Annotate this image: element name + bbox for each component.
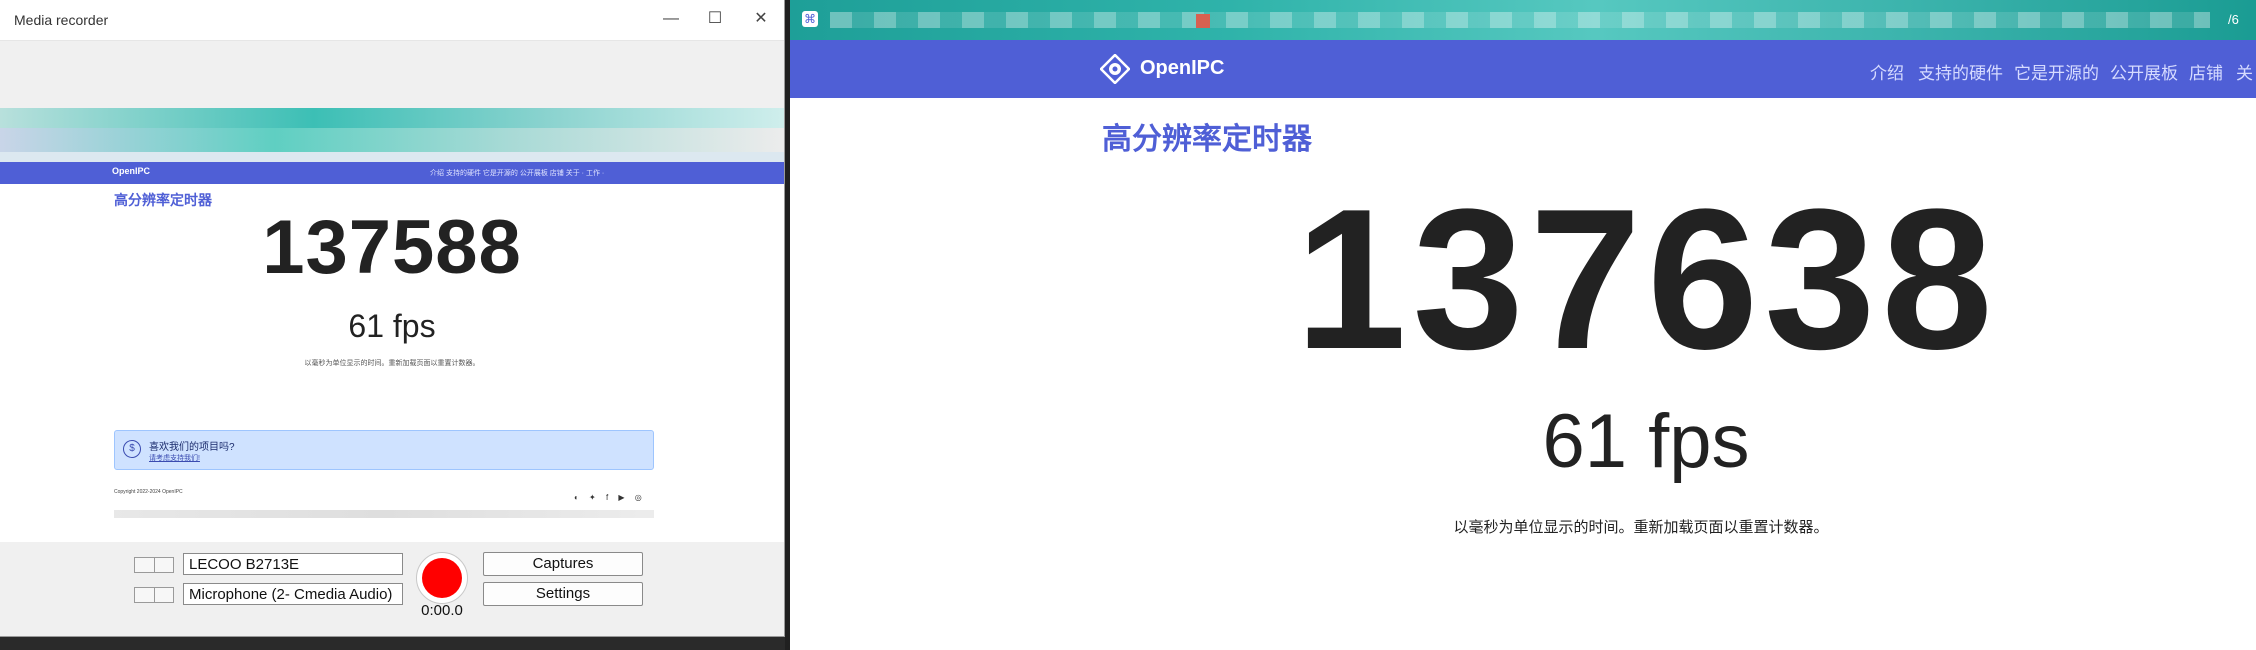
record-icon (422, 558, 462, 598)
close-button[interactable]: ✕ (746, 8, 776, 30)
nav-item-board[interactable]: 公开展板 (2110, 59, 2178, 84)
blurred-tabs (830, 12, 2210, 28)
recorder-title: Media recorder (14, 12, 109, 28)
openipc-logo-icon[interactable] (1100, 54, 1130, 84)
tab-counter: /6 (2228, 12, 2239, 27)
preview-counter: 137588 (262, 205, 522, 290)
capture-preview: OpenIPC 介绍 支持的硬件 它是开源的 公开展板 店铺 关于 · 工作 ·… (0, 108, 784, 542)
page-title: 高分辨率定时器 (1102, 123, 1312, 156)
nav-item-about[interactable]: 关 (2236, 59, 2253, 84)
preview-support-alert: $ 喜欢我们的项目吗? 请考虑支持我们! (114, 430, 654, 470)
maximize-button[interactable]: ☐ (700, 8, 730, 30)
minimize-button[interactable]: — (656, 8, 686, 30)
preview-menu: 介绍 支持的硬件 它是开源的 公开展板 店铺 关于 · 工作 · (430, 170, 605, 177)
preview-copyright: Copyright 2022-2024 OpenIPC (114, 489, 183, 495)
audio-source-select[interactable]: Microphone (2- Cmedia Audio) (183, 583, 403, 605)
blurred-tab-marker (1196, 14, 1210, 28)
timer-counter: 137638 (1295, 168, 1999, 391)
nav-item-open-source[interactable]: 它是开源的 (2014, 59, 2099, 84)
timer-description: 以毫秒为单位显示的时间。重新加载页面以重置计数器。 (1453, 519, 1829, 536)
browser-window: ⌘ /6 OpenIPC 介绍 支持的硬件 它是开源的 公开展板 店铺 关 高分… (790, 0, 2256, 650)
captures-button[interactable]: Captures (483, 552, 643, 576)
nav-item-store[interactable]: 店铺 (2189, 59, 2223, 84)
preview-blurred-bookmarks (0, 152, 784, 162)
preview-blurred-tabbar (0, 108, 784, 128)
preview-alert-title: 喜欢我们的项目吗? (149, 442, 235, 453)
nav-item-hardware[interactable]: 支持的硬件 (1918, 59, 2003, 84)
preview-fps: 61 fps (348, 308, 436, 344)
record-button[interactable] (416, 552, 468, 604)
site-logo[interactable]: OpenIPC (1140, 57, 1224, 80)
preview-description: 以毫秒为单位显示的时间。重新加载页面以重置计数器。 (304, 360, 480, 367)
dollar-icon: $ (123, 440, 141, 458)
tab-favicon-icon[interactable]: ⌘ (802, 11, 818, 27)
settings-button[interactable]: Settings (483, 582, 643, 606)
preview-footer-text (114, 510, 654, 518)
video-source-select[interactable]: LECOO B2713E (183, 553, 403, 575)
record-timer: 0:00.0 (421, 602, 463, 619)
preview-blurred-addressbar (0, 128, 784, 152)
recorder-titlebar[interactable]: Media recorder — ☐ ✕ (0, 0, 784, 41)
video-toggle-switch[interactable] (134, 557, 174, 573)
preview-logo: OpenIPC (112, 166, 151, 176)
audio-toggle-switch[interactable] (134, 587, 174, 603)
site-navbar: OpenIPC 介绍 支持的硬件 它是开源的 公开展板 店铺 关 (790, 40, 2256, 98)
media-recorder-window: Media recorder — ☐ ✕ OpenIPC 介绍 支持的硬件 它是… (0, 0, 785, 637)
fps-readout: 61 fps (1542, 399, 1750, 484)
browser-tabbar[interactable]: ⌘ /6 (790, 0, 2256, 40)
nav-item-intro[interactable]: 介绍 (1870, 59, 1904, 84)
preview-social-icons: ◐ ✦ f ▶ ◎ (574, 493, 646, 502)
desktop-background (0, 637, 790, 650)
preview-alert-link: 请考虑支持我们! (149, 455, 200, 462)
